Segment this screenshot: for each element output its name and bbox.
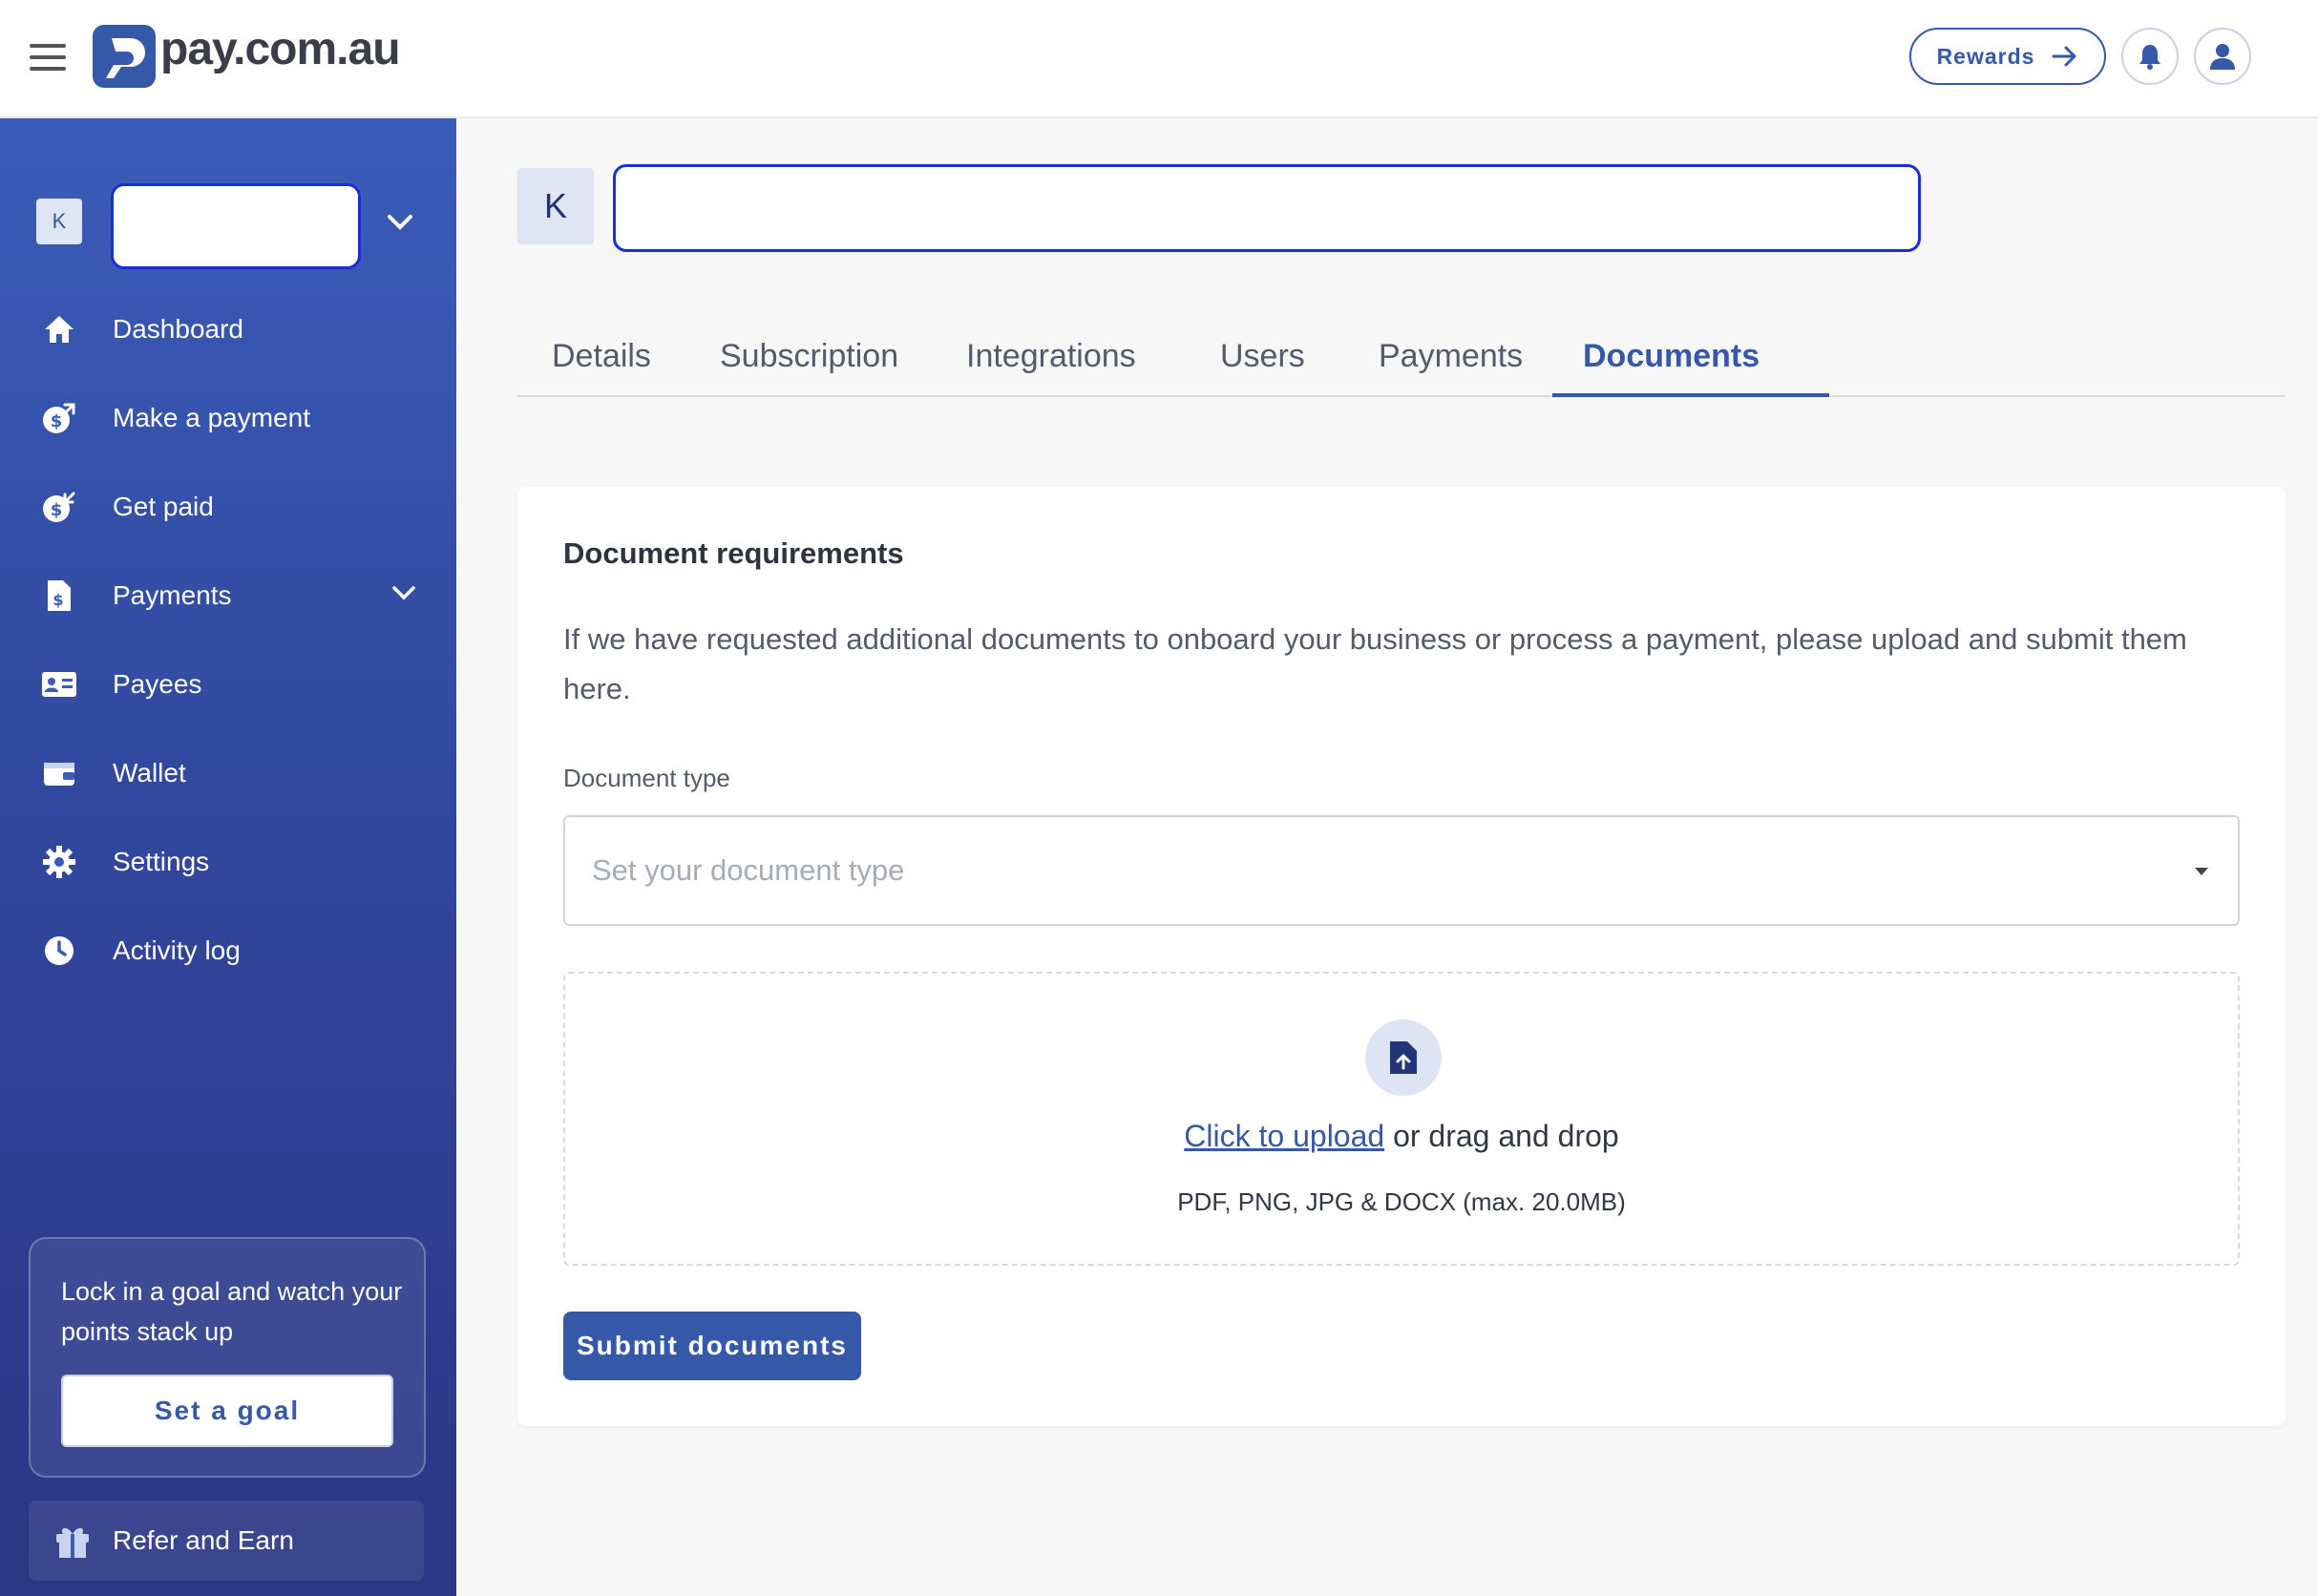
- click-to-upload-link[interactable]: Click to upload: [1184, 1119, 1384, 1153]
- sidebar-item-payees[interactable]: Payees: [0, 640, 456, 728]
- caret-down-icon: [2195, 868, 2208, 875]
- invoice-icon: $: [40, 577, 78, 615]
- goal-promo-text: Lock in a goal and watch your points sta…: [61, 1277, 403, 1346]
- sidebar-item-payments[interactable]: $ Payments: [0, 551, 456, 640]
- svg-text:$: $: [53, 591, 63, 609]
- file-dropzone[interactable]: Click to upload or drag and drop PDF, PN…: [563, 972, 2240, 1266]
- top-bar: pay.com.au Rewards: [0, 0, 2318, 118]
- sidebar-item-activity-log[interactable]: Activity log: [0, 906, 456, 995]
- logo-icon[interactable]: [93, 25, 156, 88]
- rewards-label: Rewards: [1936, 43, 2035, 69]
- document-type-label: Document type: [563, 764, 730, 792]
- home-icon: [40, 310, 78, 348]
- sidebar-item-label: Dashboard: [113, 313, 243, 344]
- document-type-placeholder: Set your document type: [592, 853, 905, 887]
- sidebar-item-label: Activity log: [113, 934, 241, 965]
- rewards-button[interactable]: Rewards: [1909, 28, 2106, 85]
- account-name-redacted[interactable]: [111, 183, 361, 269]
- user-icon: [2210, 44, 2235, 70]
- tab-payments[interactable]: Payments: [1379, 338, 1523, 375]
- wallet-icon: [40, 754, 78, 792]
- svg-text:$: $: [51, 411, 63, 431]
- sidebar: K Dashboard $ Make a payment $ Get paid …: [0, 118, 456, 1596]
- sidebar-item-get-paid[interactable]: $ Get paid: [0, 462, 456, 551]
- sidebar-item-label: Wallet: [113, 757, 186, 788]
- gift-icon: [53, 1522, 92, 1559]
- submit-documents-button[interactable]: Submit documents: [563, 1312, 861, 1380]
- menu-icon[interactable]: [30, 44, 66, 71]
- document-requirements-card: Document requirements If we have request…: [517, 487, 2286, 1426]
- tab-users[interactable]: Users: [1220, 338, 1305, 375]
- sidebar-nav: Dashboard $ Make a payment $ Get paid $ …: [0, 284, 456, 995]
- logo-text[interactable]: pay.com.au: [160, 23, 401, 75]
- arrow-right-icon: [2052, 46, 2076, 67]
- send-money-icon: $: [40, 399, 78, 437]
- chevron-down-icon[interactable]: [391, 585, 416, 600]
- profile-button[interactable]: [2194, 28, 2251, 85]
- sidebar-item-label: Payees: [113, 668, 202, 699]
- bell-icon: [2139, 45, 2160, 70]
- set-goal-button[interactable]: Set a goal: [61, 1375, 393, 1447]
- goal-promo-card: Lock in a goal and watch your points sta…: [29, 1237, 426, 1478]
- tab-integrations[interactable]: Integrations: [966, 338, 1136, 375]
- gear-icon: [40, 843, 78, 881]
- receive-money-icon: $: [40, 488, 78, 526]
- sidebar-item-dashboard[interactable]: Dashboard: [0, 284, 456, 373]
- sidebar-item-label: Payments: [113, 579, 232, 610]
- sidebar-item-label: Make a payment: [113, 402, 310, 432]
- card-description: If we have requested additional document…: [563, 622, 2187, 705]
- business-name-redacted: [613, 164, 1921, 252]
- notifications-button[interactable]: [2121, 28, 2179, 85]
- tab-subscription[interactable]: Subscription: [720, 338, 898, 375]
- sidebar-item-label: Get paid: [113, 491, 214, 521]
- settings-tabs: Details Subscription Integrations Users …: [517, 315, 2286, 397]
- sidebar-item-make-payment[interactable]: $ Make a payment: [0, 373, 456, 462]
- refer-and-earn-button[interactable]: Refer and Earn: [29, 1501, 424, 1581]
- active-tab-indicator: [1552, 393, 1829, 397]
- upload-instructions: Click to upload or drag and drop: [565, 1119, 2238, 1154]
- file-upload-icon: [1365, 1019, 1442, 1096]
- refer-label: Refer and Earn: [113, 1525, 294, 1555]
- sidebar-item-label: Settings: [113, 846, 210, 876]
- upload-instructions-rest: or drag and drop: [1384, 1119, 1619, 1153]
- contact-card-icon: [40, 665, 78, 704]
- card-title: Document requirements: [563, 536, 904, 570]
- svg-text:$: $: [51, 500, 63, 520]
- upload-file-types: PDF, PNG, JPG & DOCX (max. 20.0MB): [1177, 1187, 1626, 1216]
- sidebar-item-wallet[interactable]: Wallet: [0, 728, 456, 817]
- business-avatar: K: [517, 168, 594, 244]
- document-type-select[interactable]: Set your document type: [563, 815, 2240, 926]
- tab-documents[interactable]: Documents: [1583, 338, 1760, 375]
- chevron-down-icon[interactable]: [387, 214, 413, 231]
- account-avatar: K: [36, 199, 82, 244]
- sidebar-item-settings[interactable]: Settings: [0, 817, 456, 906]
- tab-details[interactable]: Details: [552, 338, 651, 375]
- clock-icon: [40, 932, 78, 970]
